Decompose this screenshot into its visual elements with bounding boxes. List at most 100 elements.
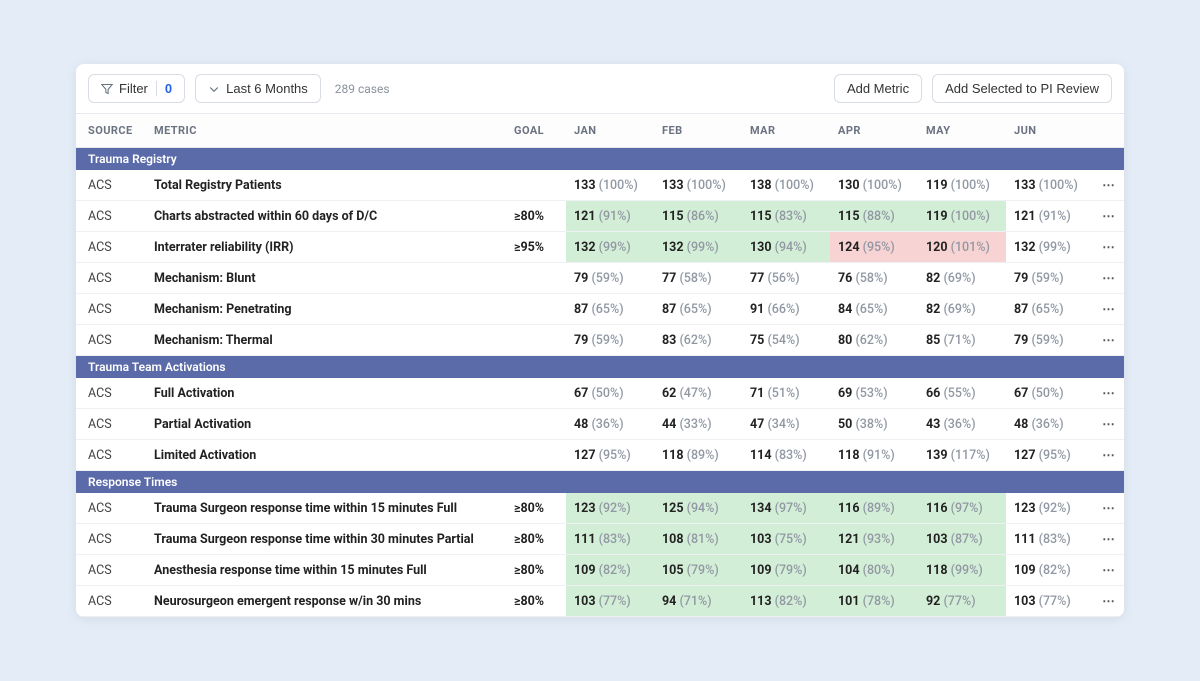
cell-month: 138 (100%) [742, 170, 830, 201]
cell-month: 111 (83%) [1006, 524, 1094, 555]
cell-month: 94 (71%) [654, 586, 742, 617]
cell-month: 134 (97%) [742, 493, 830, 524]
col-metric[interactable]: METRIC [146, 114, 506, 148]
cell-metric: Total Registry Patients [146, 170, 506, 201]
cell-metric: Trauma Surgeon response time within 30 m… [146, 524, 506, 555]
cell-month: 115 (83%) [742, 201, 830, 232]
cell-metric: Trauma Surgeon response time within 15 m… [146, 493, 506, 524]
cell-month: 115 (86%) [654, 201, 742, 232]
cell-month: 43 (36%) [918, 409, 1006, 440]
cell-month: 115 (88%) [830, 201, 918, 232]
date-range-button[interactable]: Last 6 Months [195, 74, 321, 103]
cell-month: 108 (81%) [654, 524, 742, 555]
row-actions-button[interactable]: ⋯ [1094, 555, 1124, 586]
group-title: Response Times [76, 471, 1124, 494]
table-row[interactable]: ACSTrauma Surgeon response time within 1… [76, 493, 1124, 524]
cell-goal: ≥80% [506, 201, 566, 232]
cell-goal [506, 378, 566, 409]
table-row[interactable]: ACSMechanism: Blunt79 (59%)77 (58%)77 (5… [76, 263, 1124, 294]
cell-month: 103 (75%) [742, 524, 830, 555]
cell-goal [506, 263, 566, 294]
cell-month: 130 (100%) [830, 170, 918, 201]
col-month-5[interactable]: JUN [1006, 114, 1094, 148]
cell-month: 116 (89%) [830, 493, 918, 524]
cell-month: 82 (69%) [918, 294, 1006, 325]
cell-month: 66 (55%) [918, 378, 1006, 409]
row-actions-button[interactable]: ⋯ [1094, 325, 1124, 356]
add-to-pi-review-button[interactable]: Add Selected to PI Review [932, 74, 1112, 103]
cell-source: ACS [76, 440, 146, 471]
cell-month: 116 (97%) [918, 493, 1006, 524]
cell-month: 91 (66%) [742, 294, 830, 325]
table-row[interactable]: ACSFull Activation67 (50%)62 (47%)71 (51… [76, 378, 1124, 409]
cell-month: 121 (91%) [566, 201, 654, 232]
row-actions-button[interactable]: ⋯ [1094, 263, 1124, 294]
cell-month: 104 (80%) [830, 555, 918, 586]
row-actions-button[interactable]: ⋯ [1094, 409, 1124, 440]
col-month-0[interactable]: JAN [566, 114, 654, 148]
cell-source: ACS [76, 263, 146, 294]
cell-goal [506, 170, 566, 201]
group-header[interactable]: Trauma Registry [76, 148, 1124, 171]
cell-month: 67 (50%) [566, 378, 654, 409]
cell-source: ACS [76, 409, 146, 440]
filter-button[interactable]: Filter 0 [88, 74, 185, 103]
cell-goal: ≥80% [506, 524, 566, 555]
table-row[interactable]: ACSPartial Activation48 (36%)44 (33%)47 … [76, 409, 1124, 440]
cell-metric: Charts abstracted within 60 days of D/C [146, 201, 506, 232]
row-actions-button[interactable]: ⋯ [1094, 493, 1124, 524]
filter-count: 0 [156, 81, 172, 96]
date-range-label: Last 6 Months [226, 81, 308, 96]
cell-month: 123 (92%) [1006, 493, 1094, 524]
table-row[interactable]: ACSNeurosurgeon emergent response w/in 3… [76, 586, 1124, 617]
cell-metric: Anesthesia response time within 15 minut… [146, 555, 506, 586]
table-row[interactable]: ACSMechanism: Thermal79 (59%)83 (62%)75 … [76, 325, 1124, 356]
table-row[interactable]: ACSMechanism: Penetrating87 (65%)87 (65%… [76, 294, 1124, 325]
cell-month: 132 (99%) [654, 232, 742, 263]
col-month-2[interactable]: MAR [742, 114, 830, 148]
row-actions-button[interactable]: ⋯ [1094, 170, 1124, 201]
table-row[interactable]: ACSCharts abstracted within 60 days of D… [76, 201, 1124, 232]
group-header[interactable]: Response Times [76, 471, 1124, 494]
row-actions-button[interactable]: ⋯ [1094, 586, 1124, 617]
cell-month: 47 (34%) [742, 409, 830, 440]
cell-metric: Interrater reliability (IRR) [146, 232, 506, 263]
cell-month: 44 (33%) [654, 409, 742, 440]
table-row[interactable]: ACSAnesthesia response time within 15 mi… [76, 555, 1124, 586]
col-month-3[interactable]: APR [830, 114, 918, 148]
group-title: Trauma Registry [76, 148, 1124, 171]
row-actions-button[interactable]: ⋯ [1094, 378, 1124, 409]
cell-goal [506, 294, 566, 325]
table-row[interactable]: ACSTotal Registry Patients133 (100%)133 … [76, 170, 1124, 201]
table-header-row: SOURCE METRIC GOAL JAN FEB MAR APR MAY J… [76, 114, 1124, 148]
cell-month: 85 (71%) [918, 325, 1006, 356]
cell-goal: ≥80% [506, 493, 566, 524]
metrics-table: SOURCE METRIC GOAL JAN FEB MAR APR MAY J… [76, 113, 1124, 617]
cell-goal [506, 325, 566, 356]
col-source[interactable]: SOURCE [76, 114, 146, 148]
col-month-1[interactable]: FEB [654, 114, 742, 148]
cell-metric: Mechanism: Blunt [146, 263, 506, 294]
row-actions-button[interactable]: ⋯ [1094, 201, 1124, 232]
col-goal[interactable]: GOAL [506, 114, 566, 148]
table-row[interactable]: ACSTrauma Surgeon response time within 3… [76, 524, 1124, 555]
table-row[interactable]: ACSInterrater reliability (IRR)≥95%132 (… [76, 232, 1124, 263]
row-actions-button[interactable]: ⋯ [1094, 524, 1124, 555]
add-metric-button[interactable]: Add Metric [834, 74, 922, 103]
cell-goal: ≥95% [506, 232, 566, 263]
cell-month: 124 (95%) [830, 232, 918, 263]
cell-month: 82 (69%) [918, 263, 1006, 294]
col-month-4[interactable]: MAY [918, 114, 1006, 148]
cell-month: 132 (99%) [1006, 232, 1094, 263]
cell-month: 133 (100%) [1006, 170, 1094, 201]
row-actions-button[interactable]: ⋯ [1094, 440, 1124, 471]
table-row[interactable]: ACSLimited Activation127 (95%)118 (89%)1… [76, 440, 1124, 471]
cell-month: 71 (51%) [742, 378, 830, 409]
cell-month: 118 (99%) [918, 555, 1006, 586]
row-actions-button[interactable]: ⋯ [1094, 294, 1124, 325]
cell-month: 87 (65%) [654, 294, 742, 325]
group-header[interactable]: Trauma Team Activations [76, 356, 1124, 379]
row-actions-button[interactable]: ⋯ [1094, 232, 1124, 263]
group-title: Trauma Team Activations [76, 356, 1124, 379]
cell-source: ACS [76, 325, 146, 356]
